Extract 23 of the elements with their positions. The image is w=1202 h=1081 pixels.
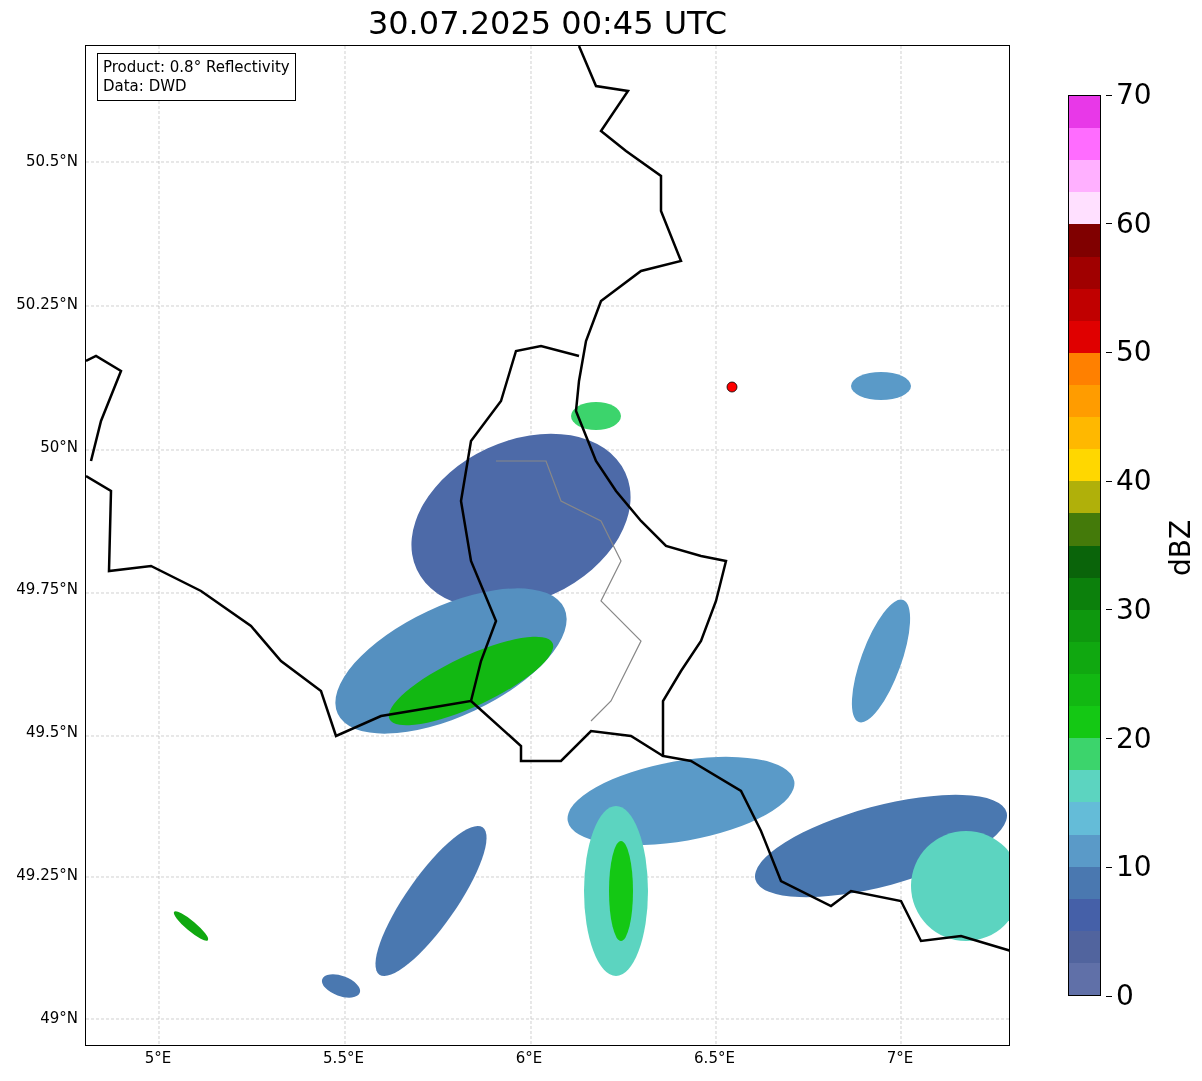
colorbar-label: dBZ	[1163, 519, 1197, 577]
colorbar-tick-label: 0	[1116, 981, 1134, 1011]
longitude-label: 5°E	[144, 1049, 172, 1067]
colorbar-tick-label: 40	[1116, 466, 1152, 497]
latitude-label: 49.75°N	[16, 580, 78, 599]
colorbar-tick-label: 50	[1116, 337, 1152, 368]
colorbar-tick-label: 60	[1116, 208, 1152, 239]
longitude-label: 6.5°E	[694, 1049, 735, 1067]
longitude-label: 5.5°E	[323, 1049, 364, 1067]
longitude-label: 6°E	[515, 1049, 543, 1067]
chart-title: 30.07.2025 00:45 UTC	[367, 3, 728, 43]
colorbar-tick-label: 20	[1116, 723, 1152, 754]
colorbar-tick-label: 10	[1116, 852, 1152, 883]
latitude-label: 49.5°N	[25, 723, 78, 742]
latitude-label: 50.25°N	[16, 294, 78, 313]
colorbar-tick-label: 70	[1116, 80, 1152, 110]
latitude-label: 49°N	[40, 1008, 78, 1027]
latitude-label: 50.5°N	[25, 152, 78, 170]
info-box: Product: 0.8° Reflectivity Data: DWD	[97, 53, 296, 101]
latitude-label: 49.25°N	[16, 866, 78, 884]
latitude-label: 50°N	[40, 437, 78, 456]
colorbar-tick-label: 30	[1116, 594, 1152, 625]
longitude-label: 7°E	[886, 1049, 914, 1067]
